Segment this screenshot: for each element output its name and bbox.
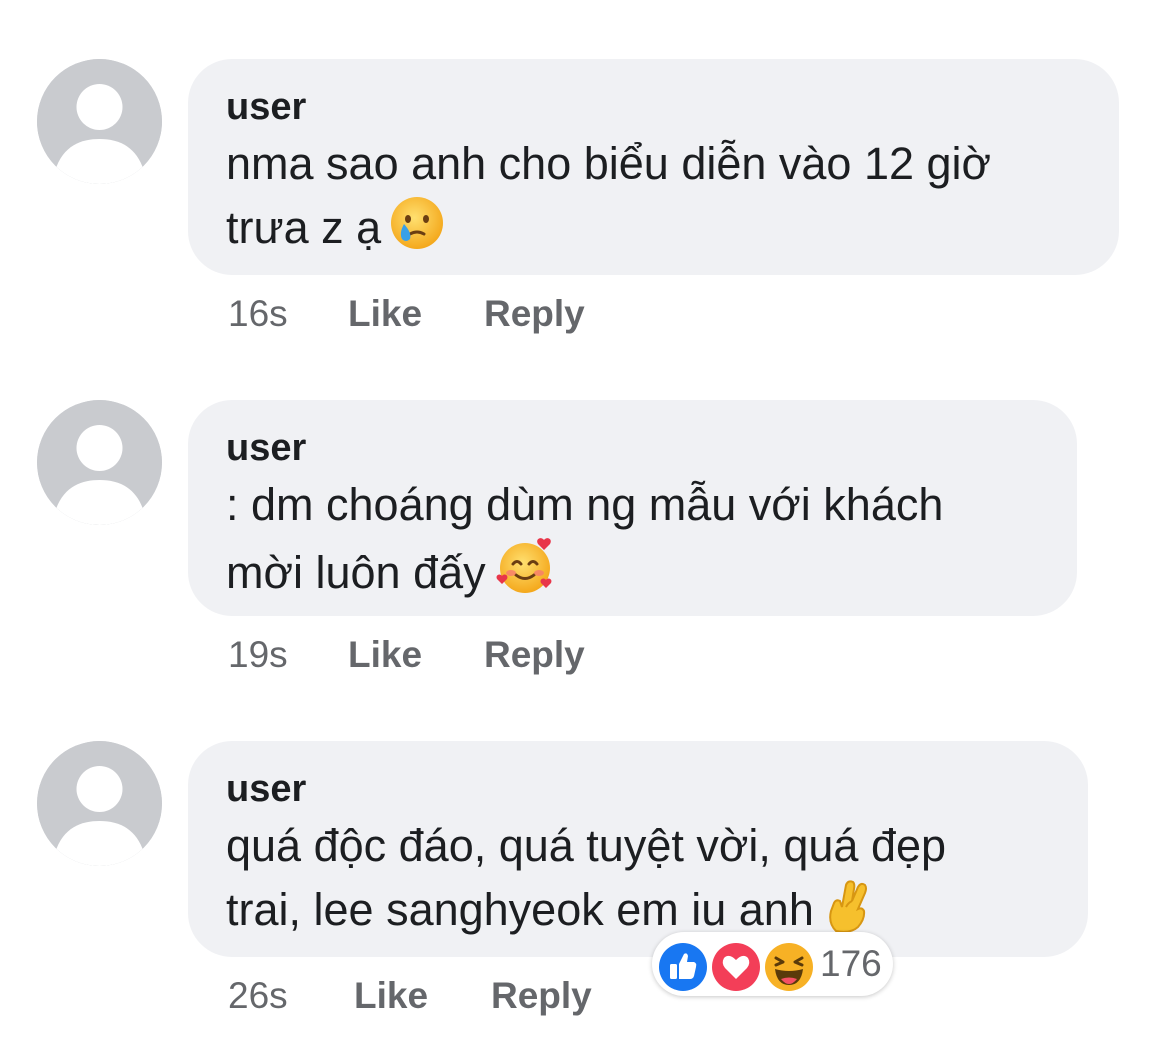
like-button[interactable]: Like [348,292,422,336]
comment-text-line: : dm choáng dùm ng mẫu với khách [226,479,944,530]
like-button[interactable]: Like [354,974,428,1018]
reply-button[interactable]: Reply [491,974,592,1018]
comment-timestamp: 16s [228,293,288,334]
comment-text: : dm choáng dùm ng mẫu với khách mời luô… [226,474,1037,612]
smiling-face-with-hearts-emoji [494,536,556,612]
comment-bubble: user nma sao anh cho biểu diễn vào 12 gi… [188,59,1119,275]
reply-button[interactable]: Reply [484,633,585,677]
comment-bubble: user quá độc đáo, quá tuyệt vời, quá đẹp… [188,741,1088,957]
reply-button[interactable]: Reply [484,292,585,336]
comment-author[interactable]: user [226,767,1048,811]
default-avatar-icon [37,59,162,184]
avatar[interactable] [37,400,162,525]
love-reaction-icon [709,940,763,994]
comment-text-line: nma sao anh cho biểu diễn vào 12 giờ [226,138,992,189]
comment-author[interactable]: user [226,426,1037,470]
avatar[interactable] [37,741,162,866]
default-avatar-icon [37,741,162,866]
crying-face-emoji [389,195,445,267]
like-reaction-icon [656,940,710,994]
like-button[interactable]: Like [348,633,422,677]
haha-reaction-icon [762,940,816,994]
comment-timestamp: 19s [228,634,288,675]
comment-text: quá độc đáo, quá tuyệt vời, quá đẹp trai… [226,815,1048,949]
comment-text-line: trai, lee sanghyeok em iu anh [226,877,1048,949]
avatar[interactable] [37,59,162,184]
reactions-summary[interactable]: 176 [652,932,893,996]
comment-text-line: mời luôn đấy [226,536,1037,612]
comment-timestamp: 26s [228,975,288,1016]
comment-text-line: quá độc đáo, quá tuyệt vời, quá đẹp [226,820,947,871]
comment-bubble: user : dm choáng dùm ng mẫu với khách mờ… [188,400,1077,616]
comment-author[interactable]: user [226,85,1079,129]
reactions-count: 176 [820,943,882,984]
comment-text-line-content: trai, lee sanghyeok em iu anh [226,884,814,935]
default-avatar-icon [37,400,162,525]
comment-text-line-content: mời luôn đấy [226,547,486,598]
comment-text: nma sao anh cho biểu diễn vào 12 giờ trư… [226,133,1079,267]
comment-text-line: trưa z ạ [226,195,1079,267]
comment-text-line-content: trưa z ạ [226,202,382,253]
